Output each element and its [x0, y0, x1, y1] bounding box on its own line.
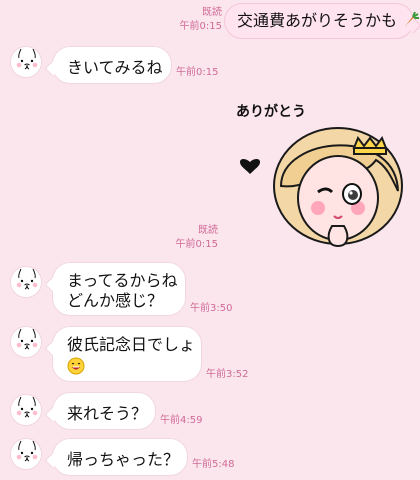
- avatar[interactable]: [10, 266, 42, 298]
- message-time: 午前0:15: [176, 67, 219, 78]
- message-text: 来れそう？: [67, 404, 148, 423]
- message-line: どんか感じ？: [67, 291, 164, 310]
- message-bubble-incoming[interactable]: 彼氏記念日でしょ: [52, 326, 202, 382]
- read-label: 既読: [202, 7, 222, 18]
- carrot-icon: [402, 11, 420, 29]
- avatar[interactable]: [10, 394, 42, 426]
- message-bubble-incoming[interactable]: 帰っちゃった？: [52, 438, 188, 476]
- read-receipt: 既読 午前0:15: [180, 6, 222, 34]
- message-bubble-incoming[interactable]: 来れそう？: [52, 392, 156, 430]
- avatar[interactable]: [10, 438, 42, 470]
- message-time: 午前0:15: [175, 239, 218, 250]
- message-text: 交通費あがりそうかも: [237, 11, 398, 30]
- message-time: 午前3:52: [206, 369, 249, 380]
- sticker-text: ありがとう: [236, 103, 306, 120]
- laughing-face-icon: [67, 357, 85, 375]
- message-text: 彼氏記念日でしょ: [67, 335, 196, 354]
- avatar[interactable]: [10, 326, 42, 358]
- message-text: 帰っちゃった？: [67, 450, 180, 469]
- message-bubble-incoming[interactable]: まってるからね どんか感じ？: [52, 262, 186, 316]
- read-receipt: 既読 午前0:15: [176, 224, 218, 252]
- message-time: 午前3:50: [190, 303, 233, 314]
- message-bubble-outgoing[interactable]: 交通費あがりそうかも: [224, 3, 420, 39]
- message-time: 午前4:59: [160, 415, 203, 426]
- message-time: 午前0:15: [179, 21, 222, 32]
- read-label: 既読: [198, 225, 218, 236]
- message-bubble-incoming[interactable]: きいてみるね: [52, 46, 172, 84]
- sticker[interactable]: ありがとう: [226, 96, 416, 256]
- message-time: 午前5:48: [192, 459, 235, 470]
- message-text: きいてみるね: [67, 58, 163, 77]
- message-line: まってるからね: [67, 271, 178, 290]
- chat-area: 既読 午前0:15 交通費あがりそうかも きいてみるね 午前0:15 既読 午前…: [0, 0, 420, 480]
- avatar[interactable]: [10, 46, 42, 78]
